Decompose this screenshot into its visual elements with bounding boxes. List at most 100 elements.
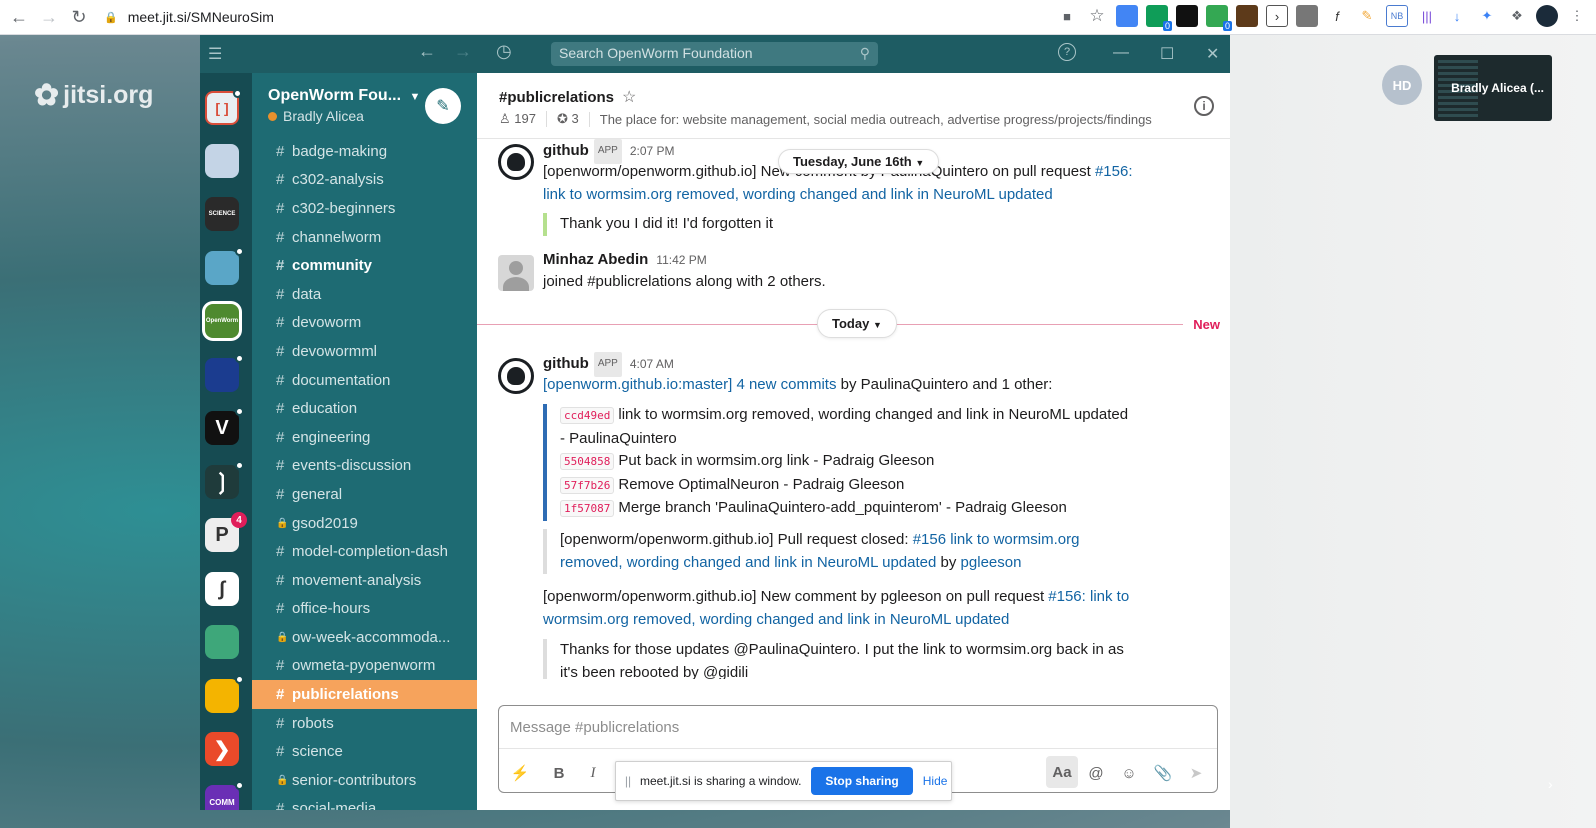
drag-handle-icon[interactable]: || (616, 774, 640, 788)
star-icon[interactable]: ☆ (622, 87, 636, 107)
sidebar-item-badge-making[interactable]: # badge-making (252, 137, 477, 166)
slack-search-input[interactable]: Search OpenWorm Foundation ⚲ (551, 42, 878, 66)
sidebar-item-community[interactable]: # community (252, 251, 477, 280)
terminal-extension-icon[interactable]: › (1266, 5, 1288, 27)
emoji-icon[interactable]: ☺ (1116, 760, 1142, 786)
commit-sha[interactable]: 57f7b26 (560, 476, 615, 494)
workspace-icon[interactable]: ❳ (205, 461, 244, 499)
workspace-icon[interactable]: COMM (205, 781, 244, 810)
user-avatar[interactable] (498, 255, 534, 291)
bookmark-star-icon[interactable]: ☆ (1086, 5, 1108, 27)
workspace-icon[interactable]: [ ] (205, 89, 242, 125)
member-count[interactable]: ♙ 197 (499, 111, 536, 127)
github-avatar[interactable] (498, 144, 534, 180)
pencil-extension-icon[interactable]: ✎ (1356, 5, 1378, 27)
pr-link[interactable]: #156: (1095, 163, 1133, 180)
repo-link[interactable]: [openworm.github.io:master] (543, 376, 732, 393)
forward-icon[interactable]: → (34, 2, 64, 32)
send-icon[interactable]: ➤ (1183, 760, 1209, 786)
forward-arrow-icon[interactable]: → (454, 41, 472, 62)
lightning-icon[interactable]: ⚡ (507, 760, 533, 786)
address-bar[interactable]: 🔒 meet.jit.si/SMNeuroSim (104, 9, 274, 25)
sidebar-item-devoworm[interactable]: # devoworm (252, 309, 477, 338)
attachment-icon[interactable]: 📎 (1150, 760, 1176, 786)
github-avatar[interactable] (498, 358, 534, 394)
pr-link[interactable]: removed, wording changed and link in Neu… (560, 554, 936, 571)
book-extension-icon[interactable] (1236, 5, 1258, 27)
participant-thumbnail[interactable]: Bradly Alicea (... (1434, 55, 1552, 121)
sidebar-item-science[interactable]: # science (252, 737, 477, 766)
commit-sha[interactable]: ccd49ed (560, 407, 615, 424)
history-icon[interactable]: ◷ (496, 41, 512, 62)
sidebar-item-devowormml[interactable]: # devowormml (252, 337, 477, 366)
date-divider[interactable]: Tuesday, June 16th ▼ (778, 149, 940, 174)
download-extension-icon[interactable]: ↓ (1446, 5, 1468, 27)
italic-button[interactable]: I (580, 760, 606, 786)
workspace-icon[interactable]: SCIENCE (205, 197, 239, 231)
format-toggle-button[interactable]: Aa (1046, 756, 1078, 788)
compose-button[interactable]: ✎ (425, 88, 461, 124)
sidebar-item-education[interactable]: # education (252, 394, 477, 423)
sidebar-item-c302-beginners[interactable]: # c302-beginners (252, 194, 477, 223)
shield-extension-icon[interactable]: 0 (1146, 5, 1172, 31)
commits-link[interactable]: 4 new commits (736, 376, 836, 393)
workspace-icon[interactable]: P4 (205, 512, 247, 552)
workspace-icon[interactable] (205, 354, 244, 392)
minimize-icon[interactable]: — (1113, 44, 1129, 62)
help-icon[interactable]: ? (1058, 43, 1076, 61)
sidebar-item-events-discussion[interactable]: # events-discussion (252, 452, 477, 481)
back-arrow-icon[interactable]: ← (418, 41, 436, 62)
info-icon[interactable]: i (1194, 96, 1214, 116)
feather-extension-icon[interactable]: ✦ (1476, 5, 1498, 27)
reload-icon[interactable]: ↻ (64, 2, 94, 32)
pr-link[interactable]: link to wormsim.org removed, wording cha… (543, 186, 1053, 203)
chevron-right-icon[interactable]: › (1548, 776, 1553, 792)
participant-avatar[interactable]: HD (1382, 65, 1422, 105)
message-timestamp[interactable]: 2:07 PM (630, 144, 675, 158)
function-extension-icon[interactable]: f (1326, 5, 1348, 27)
close-icon[interactable]: ✕ (1206, 44, 1219, 64)
puzzle-icon[interactable]: ❖ (1506, 5, 1528, 27)
sidebar-item-senior-contributors[interactable]: 🔒 senior-contributors (252, 766, 477, 795)
sidebar-item-publicrelations[interactable]: # publicrelations (252, 680, 477, 709)
stop-sharing-button[interactable]: Stop sharing (811, 767, 913, 795)
sidebar-item-c302-analysis[interactable]: # c302-analysis (252, 166, 477, 195)
camera-icon[interactable]: ■ (1056, 5, 1078, 27)
message-timestamp[interactable]: 4:07 AM (630, 357, 674, 371)
message-sender[interactable]: Minhaz Abedin (543, 251, 648, 268)
sidebar-item-general[interactable]: # general (252, 480, 477, 509)
pr-link[interactable]: wormsim.org removed, wording changed and… (543, 611, 1009, 628)
menu-kebab-icon[interactable]: ⋮ (1566, 5, 1588, 27)
pr-link[interactable]: #156: link to (1048, 588, 1129, 605)
workspace-icon[interactable] (205, 247, 244, 285)
workspace-icon[interactable] (205, 625, 239, 659)
workspace-icon[interactable]: ❯ (205, 732, 239, 766)
library-extension-icon[interactable]: ||| (1416, 5, 1438, 27)
message-input-placeholder[interactable]: Message #publicrelations (510, 719, 679, 736)
sidebar-item-model-completion-dash[interactable]: # model-completion-dash (252, 537, 477, 566)
workspace-icon[interactable]: V (205, 407, 244, 445)
sidebar-item-gsod2019[interactable]: 🔒 gsod2019 (252, 509, 477, 538)
date-divider[interactable]: Today ▼ (817, 309, 897, 338)
mention-button[interactable]: @ (1083, 760, 1109, 786)
commit-sha[interactable]: 5504858 (560, 453, 615, 470)
message-timestamp[interactable]: 11:42 PM (656, 253, 706, 267)
message-sender[interactable]: github (543, 142, 589, 159)
hamburger-icon[interactable]: ☰ (208, 44, 222, 64)
pr-link[interactable]: #156 link to wormsim.org (913, 531, 1080, 548)
sidebar-item-social-media[interactable]: # social-media (252, 795, 477, 810)
pin-count[interactable]: ✪ 3 (545, 111, 579, 127)
back-icon[interactable]: ← (4, 2, 34, 32)
sidebar-item-robots[interactable]: # robots (252, 709, 477, 738)
commit-sha[interactable]: 1f57087 (560, 500, 615, 517)
sidebar-item-channelworm[interactable]: # channelworm (252, 223, 477, 252)
channel-topic[interactable]: The place for: website management, socia… (588, 111, 1152, 127)
nb-extension-icon[interactable]: NB (1386, 5, 1408, 27)
sidebar-item-documentation[interactable]: # documentation (252, 366, 477, 395)
docs-extension-icon[interactable] (1116, 5, 1138, 27)
workspace-icon[interactable] (205, 144, 239, 178)
sidebar-item-movement-analysis[interactable]: # movement-analysis (252, 566, 477, 595)
grid-extension-icon[interactable]: 0 (1206, 5, 1232, 31)
hide-button[interactable]: Hide (923, 774, 948, 788)
bold-button[interactable]: B (546, 760, 572, 786)
